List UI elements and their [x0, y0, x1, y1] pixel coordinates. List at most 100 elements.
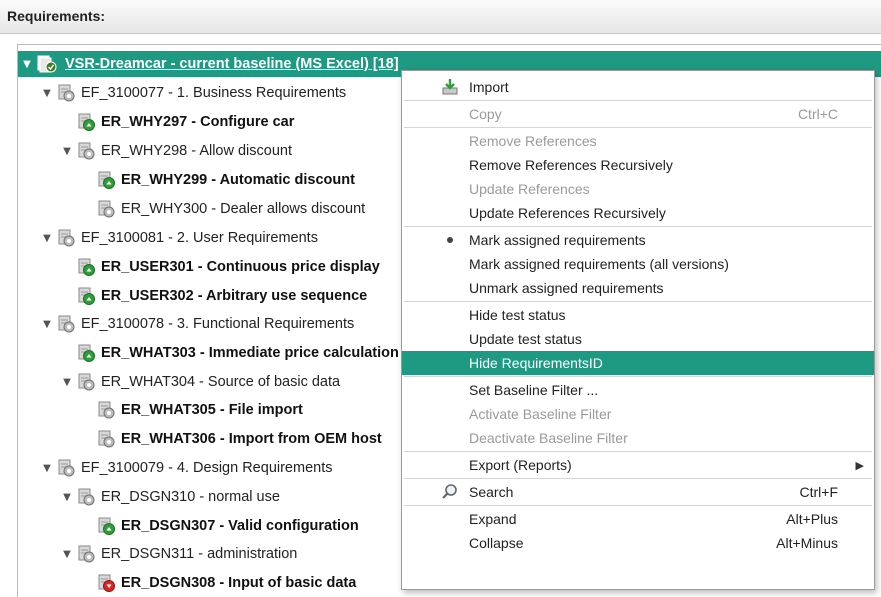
tree-node-label: ER_WHAT304 - Source of basic data — [101, 374, 341, 390]
menu-item-deactivate-baseline-filter[interactable]: Deactivate Baseline Filter — [402, 426, 874, 450]
baseline-icon — [37, 55, 59, 73]
menu-item-label: Mark assigned requirements — [469, 232, 646, 248]
panel-title: Requirements: — [7, 8, 106, 24]
expand-toggle-icon[interactable]: ▼ — [41, 233, 53, 244]
requirement-passed-icon — [77, 287, 95, 305]
menu-separator — [404, 100, 872, 101]
context-menu: Import Copy Ctrl+C Remove References Remove … — [401, 70, 875, 590]
menu-item-label: Collapse — [469, 535, 524, 551]
menu-item-update-test-status[interactable]: Update test status — [402, 327, 874, 351]
requirement-passed-icon — [77, 344, 95, 362]
menu-item-copy[interactable]: Copy Ctrl+C — [402, 102, 874, 126]
folder-requirement-icon — [77, 142, 95, 160]
menu-item-import[interactable]: Import — [402, 75, 874, 99]
folder-requirement-icon — [77, 373, 95, 391]
menu-item-update-references-recursively[interactable]: Update References Recursively — [402, 201, 874, 225]
tree-node-label: ER_WHAT303 - Immediate price calculation — [101, 345, 399, 361]
requirement-passed-icon — [97, 171, 115, 189]
requirement-passed-icon — [77, 113, 95, 131]
tree-node-label: ER_DSGN307 - Valid configuration — [121, 518, 359, 534]
menu-item-label: Update test status — [469, 331, 582, 347]
menu-item-shortcut: Ctrl+F — [799, 484, 839, 500]
folder-requirement-icon — [77, 545, 95, 563]
menu-separator — [404, 226, 872, 227]
tree-node-label: ER_WHY297 - Configure car — [101, 114, 295, 130]
menu-item-remove-references-recursively[interactable]: Remove References Recursively — [402, 153, 874, 177]
expand-toggle-icon[interactable]: ▼ — [41, 319, 53, 330]
menu-item-unmark-assigned-requirements[interactable]: Unmark assigned requirements — [402, 276, 874, 300]
search-icon — [440, 482, 460, 502]
menu-item-label: Unmark assigned requirements — [469, 280, 664, 296]
menu-item-set-baseline-filter[interactable]: Set Baseline Filter ... — [402, 378, 874, 402]
menu-item-mark-assigned-requirements[interactable]: Mark assigned requirements — [402, 228, 874, 252]
menu-item-label: Hide test status — [469, 307, 566, 323]
tree-node-label: ER_WHY298 - Allow discount — [101, 143, 292, 159]
expand-toggle-icon[interactable]: ▼ — [41, 463, 53, 474]
tree-node-label: ER_DSGN310 - normal use — [101, 489, 280, 505]
menu-item-label: Remove References Recursively — [469, 157, 673, 173]
folder-requirement-icon — [77, 488, 95, 506]
menu-item-remove-references[interactable]: Remove References — [402, 129, 874, 153]
expand-toggle-icon[interactable]: ▼ — [61, 377, 73, 388]
tree-node-label: ER_WHY300 - Dealer allows discount — [121, 201, 366, 217]
tree-node-label: ER_DSGN308 - Input of basic data — [121, 575, 357, 591]
tree-node-label: VSR-Dreamcar - current baseline (MS Exce… — [65, 56, 399, 72]
menu-item-label: Export (Reports) — [469, 457, 572, 473]
menu-item-expand[interactable]: Expand Alt+Plus — [402, 507, 874, 531]
requirement-failed-icon — [97, 574, 115, 592]
menu-item-label: Search — [469, 484, 514, 500]
menu-item-label: Expand — [469, 511, 517, 527]
expand-toggle-icon[interactable]: ▼ — [61, 146, 73, 157]
folder-requirement-icon — [57, 229, 75, 247]
menu-separator — [404, 478, 872, 479]
menu-item-search[interactable]: Search Ctrl+F — [402, 480, 874, 504]
menu-item-label: Remove References — [469, 133, 597, 149]
menu-item-label: Copy — [469, 106, 502, 122]
submenu-arrow-icon: ▶ — [855, 459, 864, 472]
menu-separator — [404, 505, 872, 506]
menu-item-label: Set Baseline Filter ... — [469, 382, 599, 398]
tree-node-label: EF_3100078 - 3. Functional Requirements — [81, 316, 355, 332]
import-icon — [440, 77, 460, 97]
menu-item-update-references[interactable]: Update References — [402, 177, 874, 201]
tree-node-label: ER_WHY299 - Automatic discount — [121, 172, 355, 188]
tree-node-label: ER_USER302 - Arbitrary use sequence — [101, 288, 368, 304]
folder-requirement-icon — [57, 315, 75, 333]
menu-item-shortcut: Ctrl+C — [797, 106, 838, 122]
requirement-neutral-icon — [97, 430, 115, 448]
panel-header: Requirements: — [0, 0, 881, 34]
menu-item-export-reports[interactable]: Export (Reports) ▶ — [402, 453, 874, 477]
tree-node-label: ER_WHAT306 - Import from OEM host — [121, 431, 382, 447]
menu-item-shortcut: Alt+Plus — [786, 511, 838, 527]
requirement-passed-icon — [77, 258, 95, 276]
requirement-neutral-icon — [97, 401, 115, 419]
menu-item-hide-requirementsid[interactable]: Hide RequirementsID — [402, 351, 874, 375]
menu-item-label: Import — [469, 79, 509, 95]
menu-item-label: Hide RequirementsID — [469, 355, 603, 371]
expand-toggle-icon[interactable]: ▼ — [61, 492, 73, 503]
menu-item-label: Update References — [469, 181, 590, 197]
tree-node-label: EF_3100079 - 4. Design Requirements — [81, 460, 333, 476]
menu-item-label: Activate Baseline Filter — [469, 406, 612, 422]
menu-item-label: Mark assigned requirements (all versions… — [469, 256, 729, 272]
expand-toggle-icon[interactable]: ▼ — [21, 59, 33, 70]
folder-requirement-icon — [57, 84, 75, 102]
menu-item-hide-test-status[interactable]: Hide test status — [402, 303, 874, 327]
tree-node-label: EF_3100081 - 2. User Requirements — [81, 230, 318, 246]
tree-node-label: ER_DSGN311 - administration — [101, 546, 298, 562]
menu-separator — [404, 127, 872, 128]
menu-separator — [404, 376, 872, 377]
menu-item-collapse[interactable]: Collapse Alt+Minus — [402, 531, 874, 555]
requirement-passed-icon — [97, 517, 115, 535]
selected-bullet-icon — [447, 237, 453, 243]
menu-item-label: Deactivate Baseline Filter — [469, 430, 628, 446]
menu-separator — [404, 301, 872, 302]
expand-toggle-icon[interactable]: ▼ — [41, 88, 53, 99]
menu-item-shortcut: Alt+Minus — [776, 535, 838, 551]
menu-item-label: Update References Recursively — [469, 205, 666, 221]
menu-item-mark-assigned-requirements-all-versions[interactable]: Mark assigned requirements (all versions… — [402, 252, 874, 276]
menu-separator — [404, 451, 872, 452]
menu-item-activate-baseline-filter[interactable]: Activate Baseline Filter — [402, 402, 874, 426]
tree-node-label: ER_USER301 - Continuous price display — [101, 259, 380, 275]
expand-toggle-icon[interactable]: ▼ — [61, 549, 73, 560]
